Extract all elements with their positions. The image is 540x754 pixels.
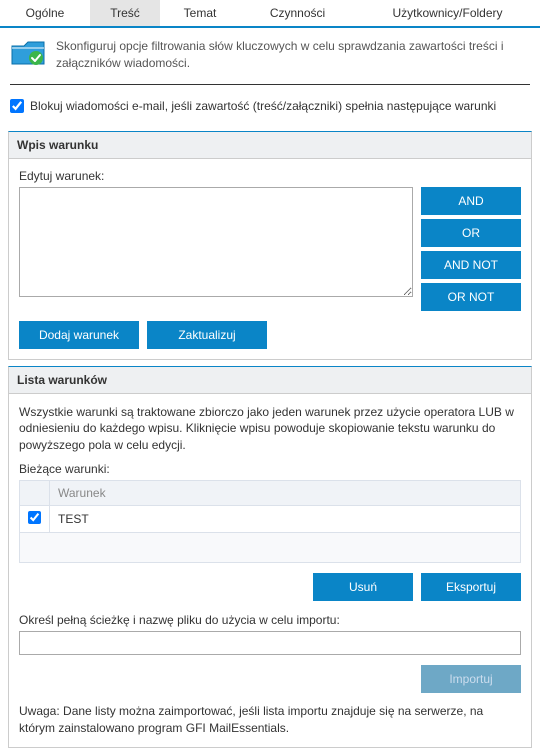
block-checkbox-row: Blokuj wiadomości e-mail, jeśli zawartoś… (0, 95, 540, 125)
or-not-button[interactable]: OR NOT (421, 283, 521, 311)
tabs-bar: Ogólne Treść Temat Czynności Użytkownicy… (0, 0, 540, 28)
import-path-label: Określ pełną ścieżkę i nazwę pliku do uż… (19, 613, 521, 627)
intro-row: Skonfiguruj opcje filtrowania słów klucz… (0, 28, 540, 82)
edit-condition-label: Edytuj warunek: (19, 169, 413, 183)
tab-general[interactable]: Ogólne (0, 0, 90, 26)
block-checkbox[interactable] (10, 99, 24, 113)
condition-textarea[interactable] (19, 187, 413, 297)
tab-content[interactable]: Treść (90, 0, 160, 26)
condition-entry-header: Wpis warunku (9, 132, 531, 159)
tab-users-folders[interactable]: Użytkownicy/Foldery (355, 0, 540, 26)
import-button[interactable]: Importuj (421, 665, 521, 693)
conditions-table: Warunek TEST (19, 480, 521, 563)
tab-subject[interactable]: Temat (160, 0, 240, 26)
import-note: Uwaga: Dane listy można zaimportować, je… (19, 703, 521, 737)
conditions-list-header: Lista warunków (9, 367, 531, 394)
block-checkbox-label: Blokuj wiadomości e-mail, jeśli zawartoś… (30, 99, 496, 113)
folder-check-icon (10, 38, 46, 68)
conditions-list-desc: Wszystkie warunki są traktowane zbiorczo… (19, 404, 521, 454)
import-path-input[interactable] (19, 631, 521, 655)
and-not-button[interactable]: AND NOT (421, 251, 521, 279)
conditions-table-checkbox-header (20, 480, 50, 505)
conditions-table-col-condition: Warunek (50, 480, 521, 505)
intro-text: Skonfiguruj opcje filtrowania słów klucz… (56, 38, 530, 72)
condition-row-checkbox[interactable] (28, 511, 41, 524)
and-button[interactable]: AND (421, 187, 521, 215)
current-conditions-label: Bieżące warunki: (19, 462, 521, 476)
conditions-list-section: Lista warunków Wszystkie warunki są trak… (8, 366, 532, 748)
divider (10, 84, 530, 85)
update-condition-button[interactable]: Zaktualizuj (147, 321, 267, 349)
tab-actions[interactable]: Czynności (240, 0, 355, 26)
export-button[interactable]: Eksportuj (421, 573, 521, 601)
add-condition-button[interactable]: Dodaj warunek (19, 321, 139, 349)
or-button[interactable]: OR (421, 219, 521, 247)
condition-row-text: TEST (50, 505, 521, 532)
table-row[interactable]: TEST (20, 505, 521, 532)
table-row-empty (20, 532, 521, 562)
delete-button[interactable]: Usuń (313, 573, 413, 601)
condition-entry-section: Wpis warunku Edytuj warunek: AND OR AND … (8, 131, 532, 360)
